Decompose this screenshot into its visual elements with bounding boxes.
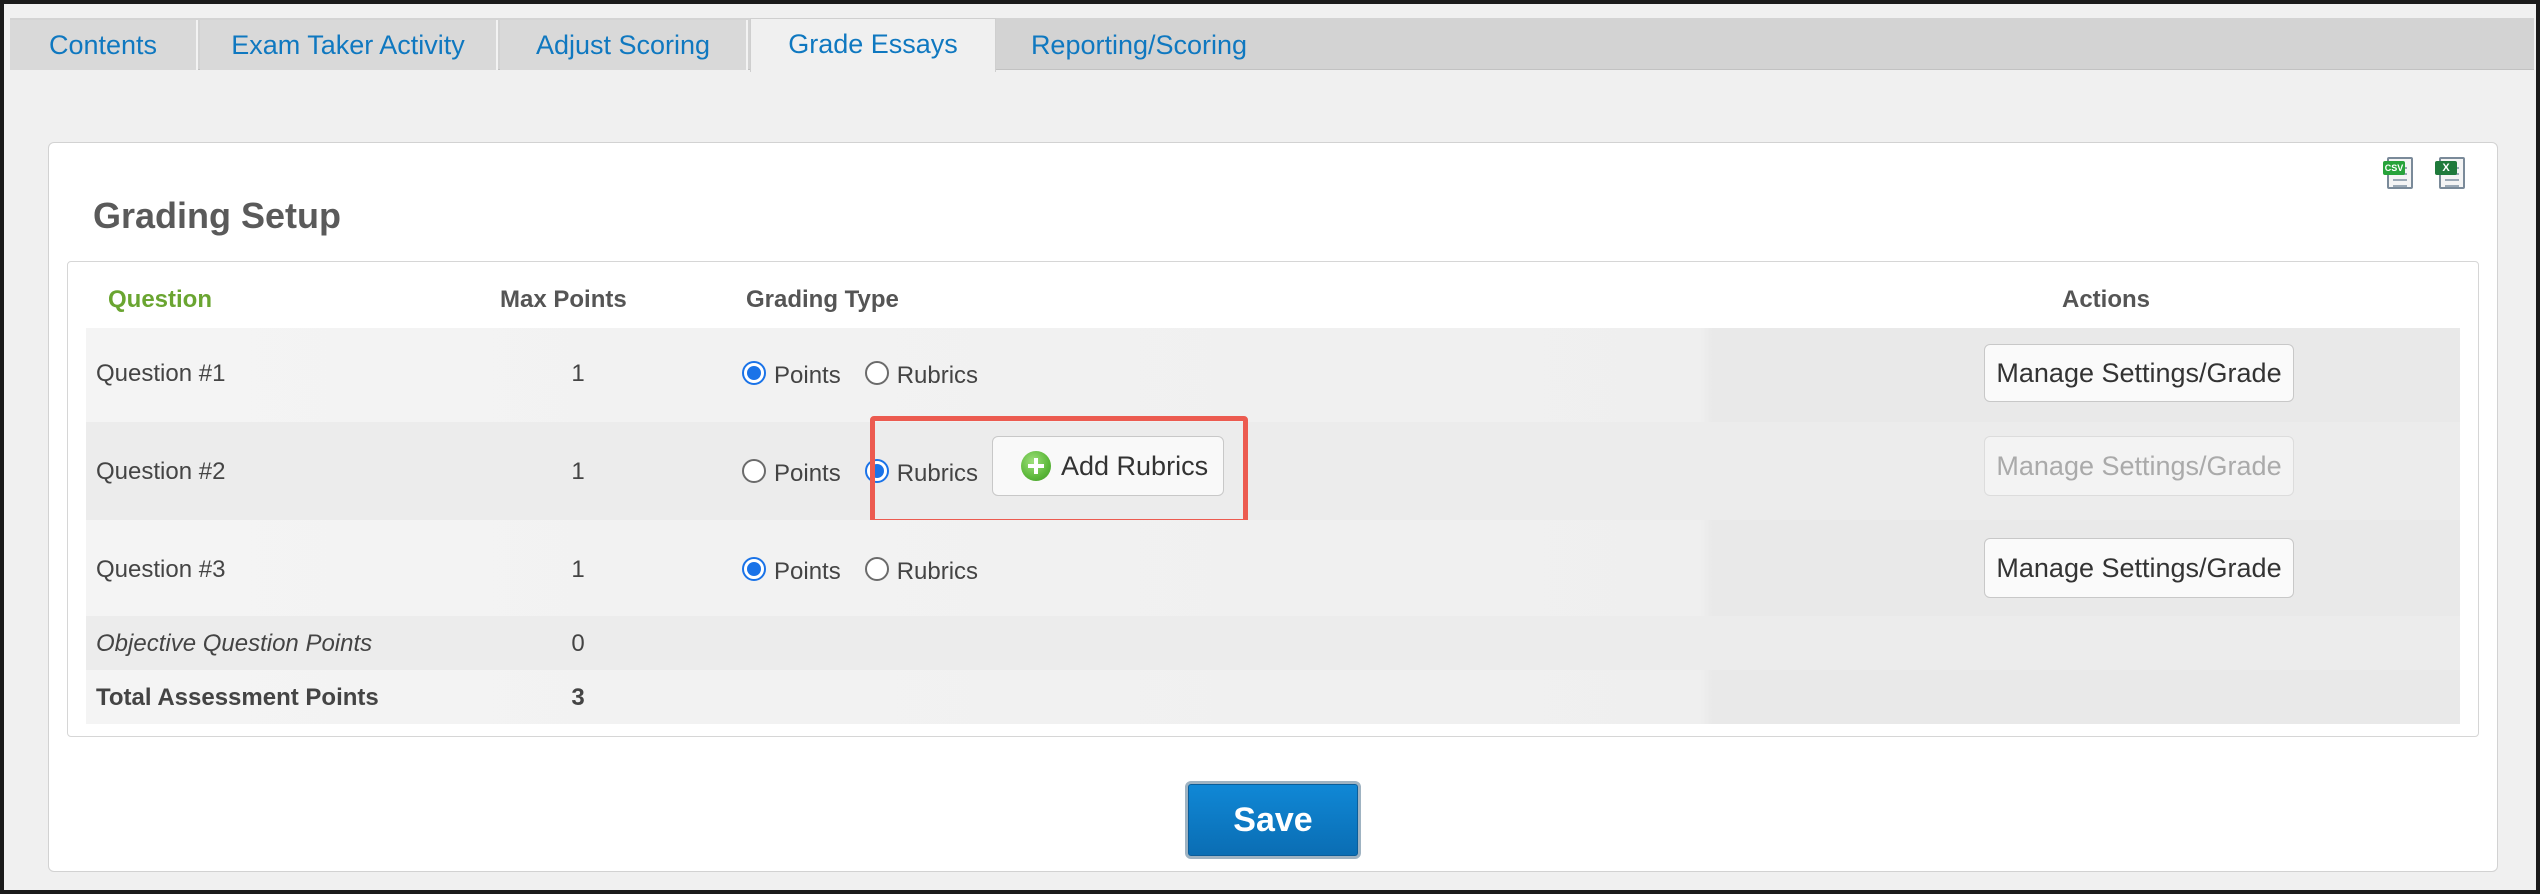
app-frame: Contents Exam Taker Activity Adjust Scor… bbox=[0, 0, 2540, 894]
points-label: Points bbox=[774, 558, 841, 585]
add-rubrics-label: Add Rubrics bbox=[1061, 450, 1209, 481]
question-label: Question #1 bbox=[96, 360, 226, 387]
points-radio[interactable] bbox=[742, 459, 766, 483]
question-label: Question #2 bbox=[96, 458, 226, 485]
summary-row-objective: Objective Question Points 0 bbox=[86, 616, 2460, 670]
points-label: Points bbox=[774, 460, 841, 487]
header-question: Question bbox=[108, 286, 213, 313]
tab-exam-taker-activity[interactable]: Exam Taker Activity bbox=[200, 20, 498, 70]
tab-reporting-scoring[interactable]: Reporting/Scoring bbox=[1000, 20, 1278, 70]
table-row: Question #1 1 Points Rubrics Manage Sett… bbox=[86, 328, 2460, 422]
tab-contents[interactable]: Contents bbox=[10, 20, 198, 70]
table-row: Question #2 1 Points Rubrics Add Rubrics… bbox=[86, 416, 2460, 524]
rubrics-label: Rubrics bbox=[896, 558, 979, 585]
points-radio[interactable] bbox=[742, 557, 766, 581]
save-button[interactable]: Save bbox=[1185, 781, 1361, 859]
header-max-points: Max Points bbox=[500, 286, 627, 313]
points-label: Points bbox=[774, 362, 841, 389]
question-label: Question #3 bbox=[96, 556, 226, 583]
max-points-value: 1 bbox=[571, 360, 585, 387]
grading-setup-panel: CSV X Grading Setup Question Max Points … bbox=[48, 142, 2498, 872]
manage-settings-grade-button[interactable]: Manage Settings/Grade bbox=[1984, 538, 2294, 598]
total-points-value: 3 bbox=[571, 684, 585, 711]
tab-bar: Contents Exam Taker Activity Adjust Scor… bbox=[10, 18, 2534, 72]
objective-points-label: Objective Question Points bbox=[96, 630, 373, 657]
export-icons: CSV X bbox=[2383, 155, 2469, 191]
total-points-label: Total Assessment Points bbox=[96, 684, 379, 711]
excel-icon-tag: X bbox=[2435, 161, 2457, 175]
points-radio[interactable] bbox=[742, 361, 766, 385]
objective-points-value: 0 bbox=[571, 630, 585, 657]
manage-settings-grade-button-disabled: Manage Settings/Grade bbox=[1984, 436, 2294, 496]
header-grading-type: Grading Type bbox=[746, 286, 899, 313]
grading-type-group: Points Rubrics bbox=[742, 552, 1002, 586]
page-title: Grading Setup bbox=[93, 195, 342, 236]
rubrics-radio[interactable] bbox=[864, 361, 889, 385]
summary-row-total: Total Assessment Points 3 bbox=[86, 670, 2460, 724]
add-rubrics-button[interactable]: Add Rubrics bbox=[992, 436, 1224, 496]
manage-settings-grade-button[interactable]: Manage Settings/Grade bbox=[1984, 344, 2294, 402]
rubrics-label: Rubrics bbox=[896, 362, 979, 389]
csv-icon-tag: CSV bbox=[2383, 161, 2405, 175]
excel-export-icon[interactable]: X bbox=[2435, 155, 2469, 191]
max-points-value: 1 bbox=[571, 458, 585, 485]
rubrics-radio[interactable] bbox=[864, 557, 889, 581]
max-points-value: 1 bbox=[571, 556, 585, 583]
grading-type-group: Points Rubrics bbox=[742, 356, 1002, 390]
grading-table: Question Max Points Grading Type Actions… bbox=[67, 261, 2479, 737]
header-actions: Actions bbox=[2062, 286, 2151, 313]
tab-adjust-scoring[interactable]: Adjust Scoring bbox=[500, 20, 748, 70]
table-row: Question #3 1 Points Rubrics Manage Sett… bbox=[86, 520, 2460, 616]
csv-export-icon[interactable]: CSV bbox=[2383, 155, 2417, 191]
plus-circle-icon bbox=[1021, 451, 1051, 481]
tab-grade-essays[interactable]: Grade Essays bbox=[750, 18, 996, 72]
